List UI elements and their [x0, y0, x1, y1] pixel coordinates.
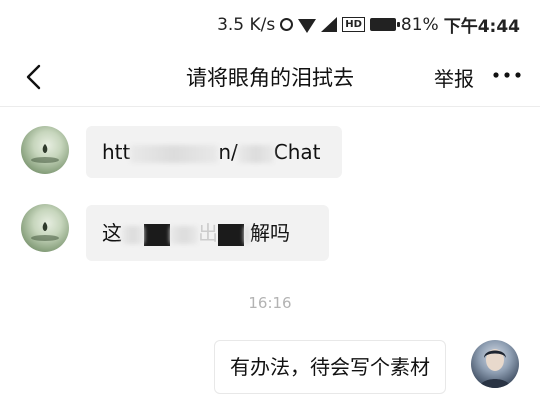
message-text: htt [102, 140, 131, 164]
blurred-region [237, 144, 274, 163]
status-bar: 3.5 K/s HD 81% 下午4:44 [0, 0, 540, 46]
network-speed: 3.5 K/s [217, 14, 276, 35]
redaction-box [218, 223, 244, 246]
message-text: Chat [273, 140, 321, 164]
blurred-region [170, 225, 198, 244]
message-text: 解吗 [250, 221, 290, 245]
blurred-region [130, 144, 219, 163]
alarm-icon [280, 18, 294, 31]
message-bubble-incoming[interactable]: htt n/Chat [86, 126, 342, 178]
battery-icon [369, 18, 400, 31]
clock: 下午4:44 [443, 17, 520, 37]
signal-icon [321, 17, 338, 32]
message-text: 这 [102, 221, 122, 245]
hd-badge-icon: HD [342, 17, 365, 32]
chat-header: 请将眼角的泪拭去 举报 [0, 48, 540, 107]
message-text: n/ [218, 140, 238, 164]
wifi-icon [298, 18, 317, 33]
message-bubble-outgoing[interactable]: 有办法，待会写个素材 [214, 340, 446, 394]
message-text: 有办法，待会写个素材 [230, 355, 430, 379]
more-options-icon[interactable] [492, 68, 522, 82]
contact-avatar[interactable] [21, 204, 69, 252]
avatar-leaf-icon [31, 222, 59, 241]
report-button[interactable]: 举报 [434, 63, 474, 92]
avatar-leaf-icon [31, 144, 59, 163]
status-bar-right: 3.5 K/s HD 81% 下午4:44 [217, 12, 520, 38]
redaction-box [144, 223, 170, 246]
avatar-portrait-icon [479, 349, 511, 388]
message-bubble-incoming[interactable]: 这 出 解吗 [86, 205, 329, 261]
user-avatar[interactable] [471, 340, 519, 388]
message-text: 出 [198, 221, 218, 245]
blurred-region [122, 225, 144, 244]
contact-avatar[interactable] [21, 126, 69, 174]
message-timestamp: 16:16 [248, 294, 292, 312]
battery-percent: 81% [400, 14, 439, 35]
blurred-region [244, 225, 250, 244]
